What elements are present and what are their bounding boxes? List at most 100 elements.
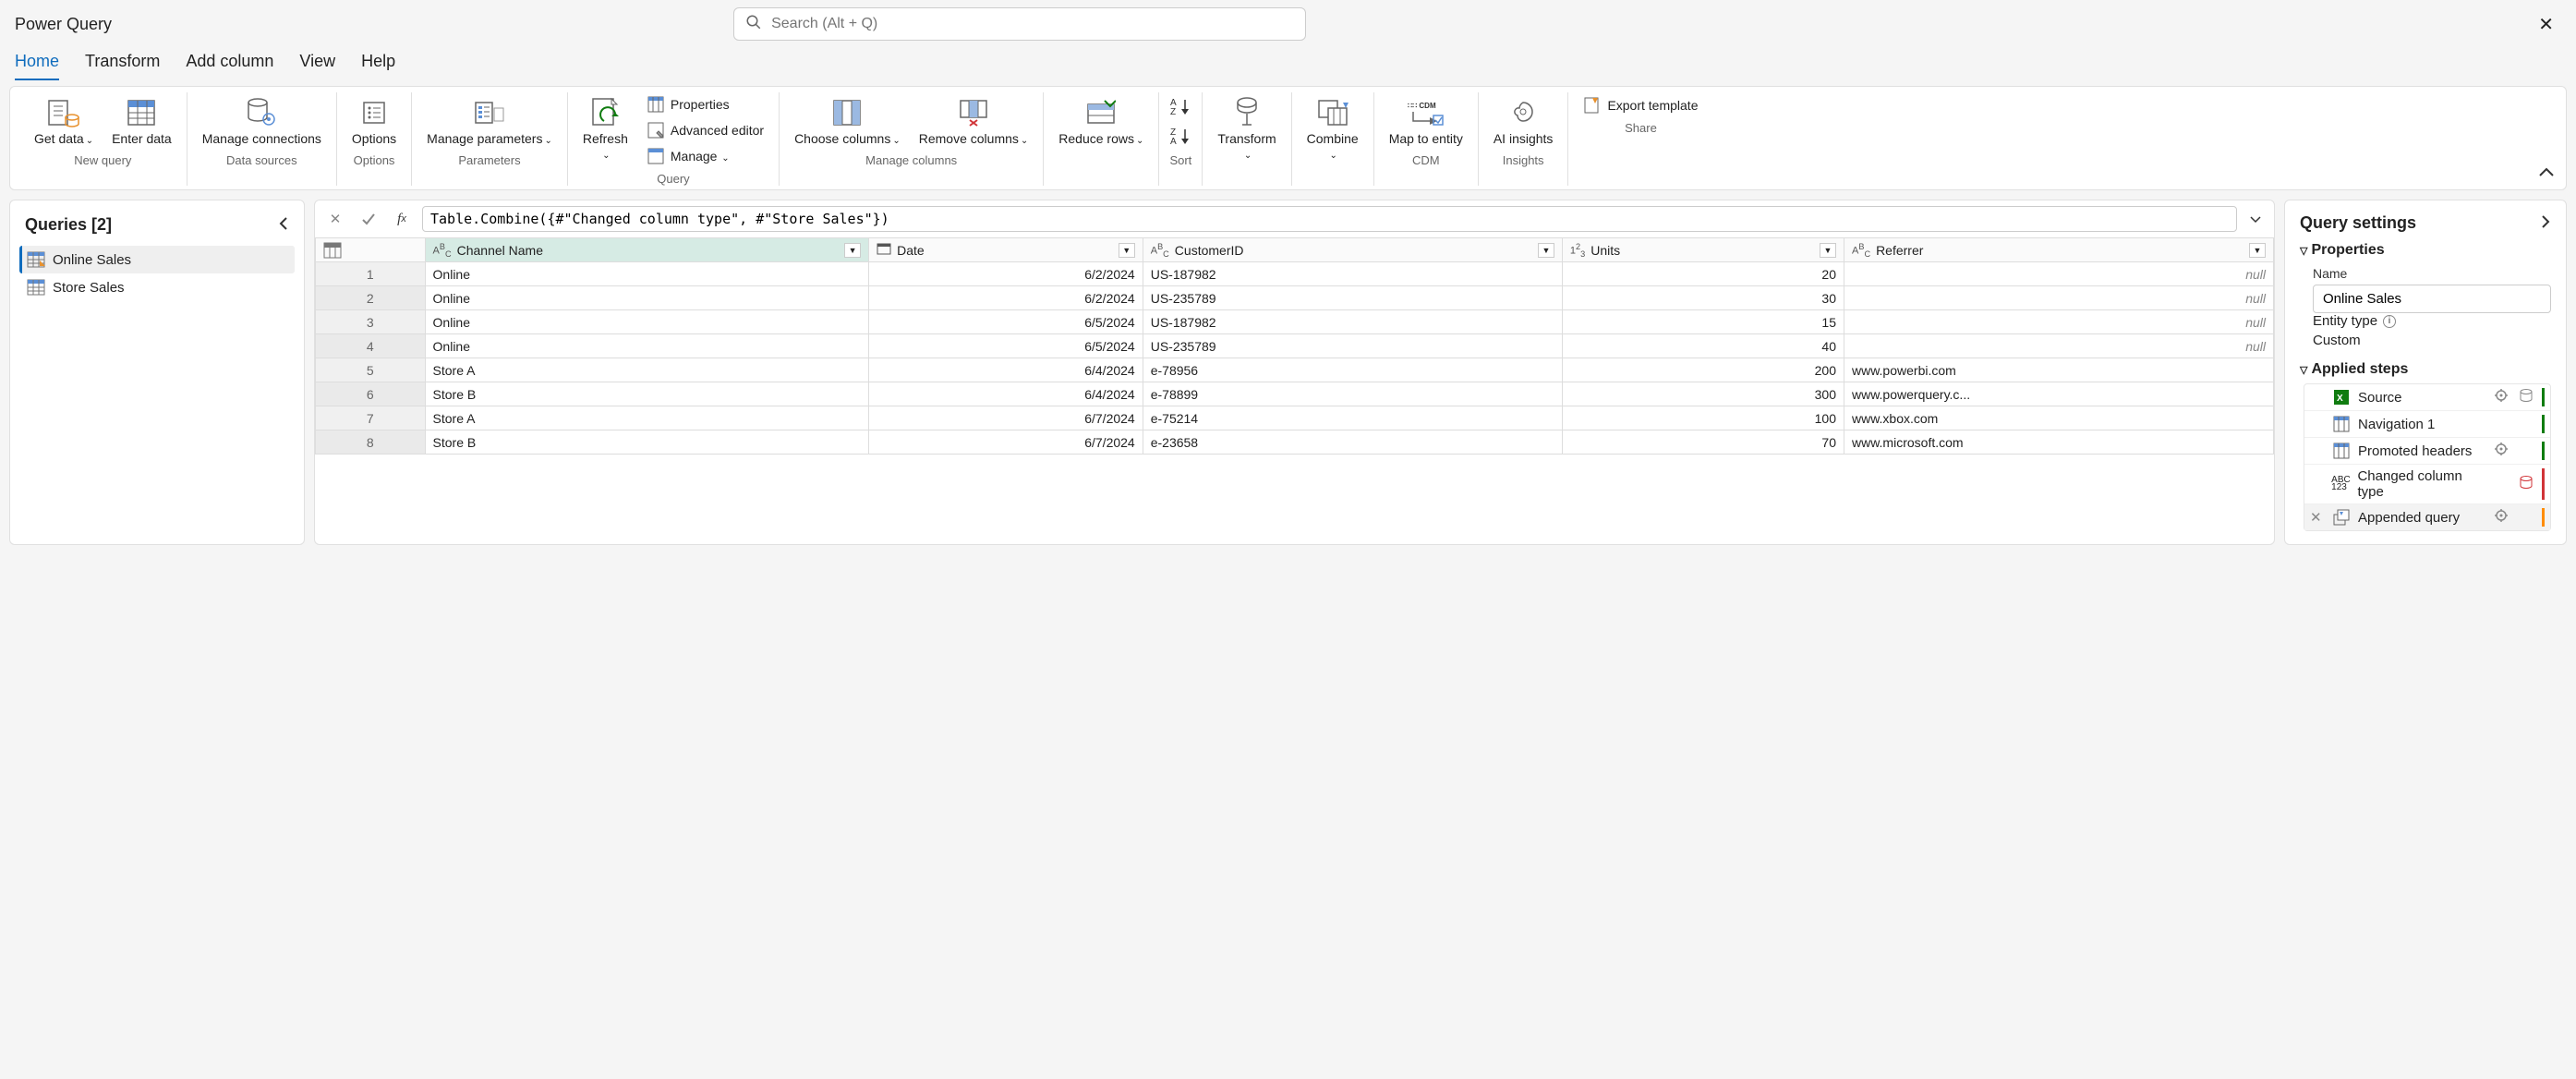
step-settings-button[interactable] <box>2494 388 2510 406</box>
type-number-icon[interactable]: 123 <box>1570 242 1585 259</box>
step-delete-button[interactable]: ✕ <box>2310 509 2325 526</box>
manage-button[interactable]: Manage ⌄ <box>641 144 769 168</box>
sort-asc-button[interactable]: AZ <box>1168 96 1192 120</box>
column-referrer[interactable]: Referrer <box>1876 243 1923 258</box>
query-item[interactable]: Online Sales <box>19 246 295 273</box>
type-text-icon[interactable]: ABC <box>1151 242 1169 259</box>
options-label: Options <box>352 131 396 146</box>
column-units[interactable]: Units <box>1590 243 1620 258</box>
query-name-input[interactable] <box>2313 285 2551 313</box>
table-row[interactable]: 1 Online 6/2/2024 US-187982 20 null <box>316 262 2274 286</box>
svg-text:∷∷ CDM: ∷∷ CDM <box>1408 102 1436 110</box>
applied-step[interactable]: ✕ Promoted headers <box>2304 437 2550 464</box>
tab-help[interactable]: Help <box>361 52 395 80</box>
column-filter-customer[interactable]: ▼ <box>1538 243 1554 258</box>
transform-button[interactable]: Transform⌄ <box>1212 92 1281 164</box>
manage-connections-label: Manage connections <box>202 131 321 146</box>
step-settings-button[interactable] <box>2494 508 2510 527</box>
formula-accept-button[interactable] <box>356 206 381 232</box>
combine-button[interactable]: Combine⌄ <box>1301 92 1364 164</box>
tab-view[interactable]: View <box>299 52 335 80</box>
table-row[interactable]: 3 Online 6/5/2024 US-187982 15 null <box>316 310 2274 334</box>
query-item-label: Online Sales <box>53 252 131 268</box>
reduce-rows-button[interactable]: Reduce rows⌄ <box>1053 92 1149 150</box>
cell-customer: e-75214 <box>1143 406 1562 430</box>
query-item[interactable]: Store Sales <box>19 273 295 301</box>
database-gear-icon <box>243 96 280 129</box>
tab-transform[interactable]: Transform <box>85 52 160 80</box>
step-label: Changed column type <box>2357 468 2487 500</box>
close-button[interactable]: ✕ <box>2531 9 2561 40</box>
column-filter-channel[interactable]: ▼ <box>844 243 861 258</box>
step-icon: X <box>2332 388 2351 406</box>
step-label: Promoted headers <box>2358 443 2472 459</box>
table-row[interactable]: 6 Store B 6/4/2024 e-78899 300 www.power… <box>316 382 2274 406</box>
ribbon-collapse-button[interactable] <box>2538 165 2555 182</box>
table-row[interactable]: 4 Online 6/5/2024 US-235789 40 null <box>316 334 2274 358</box>
applied-steps-section-toggle[interactable]: ▽ Applied steps <box>2300 361 2551 378</box>
step-settings-button[interactable] <box>2494 442 2510 460</box>
cell-customer: e-23658 <box>1143 430 1562 455</box>
column-date[interactable]: Date <box>897 243 925 258</box>
svg-text:X: X <box>2337 394 2343 404</box>
properties-section-toggle[interactable]: ▽ Properties <box>2300 242 2551 259</box>
manage-icon <box>647 147 665 165</box>
get-data-button[interactable]: Get data⌄ <box>29 92 99 150</box>
table-row[interactable]: 8 Store B 6/7/2024 e-23658 70 www.micros… <box>316 430 2274 455</box>
tab-add-column[interactable]: Add column <box>186 52 273 80</box>
column-filter-units[interactable]: ▼ <box>1820 243 1836 258</box>
step-database-icon[interactable] <box>2519 475 2534 493</box>
select-all-corner[interactable] <box>316 238 426 262</box>
step-status-bar <box>2542 468 2545 500</box>
table-row[interactable]: 5 Store A 6/4/2024 e-78956 200 www.power… <box>316 358 2274 382</box>
cell-customer: US-187982 <box>1143 262 1562 286</box>
step-database-icon[interactable] <box>2518 388 2534 406</box>
column-filter-date[interactable]: ▼ <box>1119 243 1135 258</box>
applied-step[interactable]: ✕ ABC123 Changed column type <box>2304 464 2550 503</box>
query-settings-expand-button[interactable] <box>2540 214 2551 233</box>
formula-expand-button[interactable] <box>2244 212 2267 227</box>
info-icon[interactable]: i <box>2383 315 2396 328</box>
column-filter-referrer[interactable]: ▼ <box>2249 243 2266 258</box>
table-row[interactable]: 7 Store A 6/7/2024 e-75214 100 www.xbox.… <box>316 406 2274 430</box>
queries-collapse-button[interactable] <box>278 216 289 235</box>
refresh-icon <box>587 96 623 129</box>
enter-data-button[interactable]: Enter data <box>106 92 177 150</box>
manage-connections-button[interactable]: Manage connections <box>197 92 327 150</box>
applied-step[interactable]: ✕ Appended query <box>2304 503 2550 530</box>
ai-insights-button[interactable]: AI insights <box>1488 92 1559 150</box>
column-channel-name[interactable]: Channel Name <box>457 243 543 258</box>
export-template-button[interactable]: Export template <box>1578 92 1703 117</box>
cell-units: 70 <box>1562 430 1844 455</box>
chevron-down-icon: ▽ <box>2300 364 2307 376</box>
export-template-label: Export template <box>1607 98 1698 113</box>
entity-type-value: Custom <box>2313 333 2551 348</box>
remove-columns-button[interactable]: Remove columns⌄ <box>913 92 1034 150</box>
refresh-button[interactable]: Refresh⌄ <box>577 92 634 164</box>
type-text-icon[interactable]: ABC <box>1852 242 1870 259</box>
search-input[interactable] <box>771 16 1294 32</box>
table-row[interactable]: 2 Online 6/2/2024 US-235789 30 null <box>316 286 2274 310</box>
search-box[interactable] <box>733 7 1306 41</box>
column-customer-id[interactable]: CustomerID <box>1175 243 1244 258</box>
type-text-icon[interactable]: ABC <box>433 242 452 259</box>
row-number: 5 <box>316 358 426 382</box>
formula-cancel-button[interactable]: ✕ <box>322 206 348 232</box>
tab-home[interactable]: Home <box>15 52 59 80</box>
type-date-icon[interactable] <box>877 242 891 258</box>
chevron-down-icon: ▽ <box>2300 245 2307 257</box>
query-item-label: Store Sales <box>53 280 125 296</box>
map-to-entity-button[interactable]: ∷∷ CDM Map to entity <box>1384 92 1469 150</box>
sort-desc-button[interactable]: ZA <box>1168 126 1192 150</box>
applied-step[interactable]: ✕ Navigation 1 <box>2304 410 2550 437</box>
choose-columns-button[interactable]: Choose columns⌄ <box>789 92 906 150</box>
properties-button[interactable]: Properties <box>641 92 769 116</box>
manage-parameters-button[interactable]: Manage parameters⌄ <box>421 92 558 150</box>
step-status-bar <box>2542 415 2545 433</box>
options-button[interactable]: Options <box>346 92 402 150</box>
advanced-editor-button[interactable]: Advanced editor <box>641 118 769 142</box>
applied-step[interactable]: ✕ X Source <box>2304 384 2550 410</box>
cell-channel: Store B <box>425 382 869 406</box>
fx-icon[interactable]: fx <box>389 206 415 232</box>
formula-input[interactable] <box>430 211 2229 227</box>
